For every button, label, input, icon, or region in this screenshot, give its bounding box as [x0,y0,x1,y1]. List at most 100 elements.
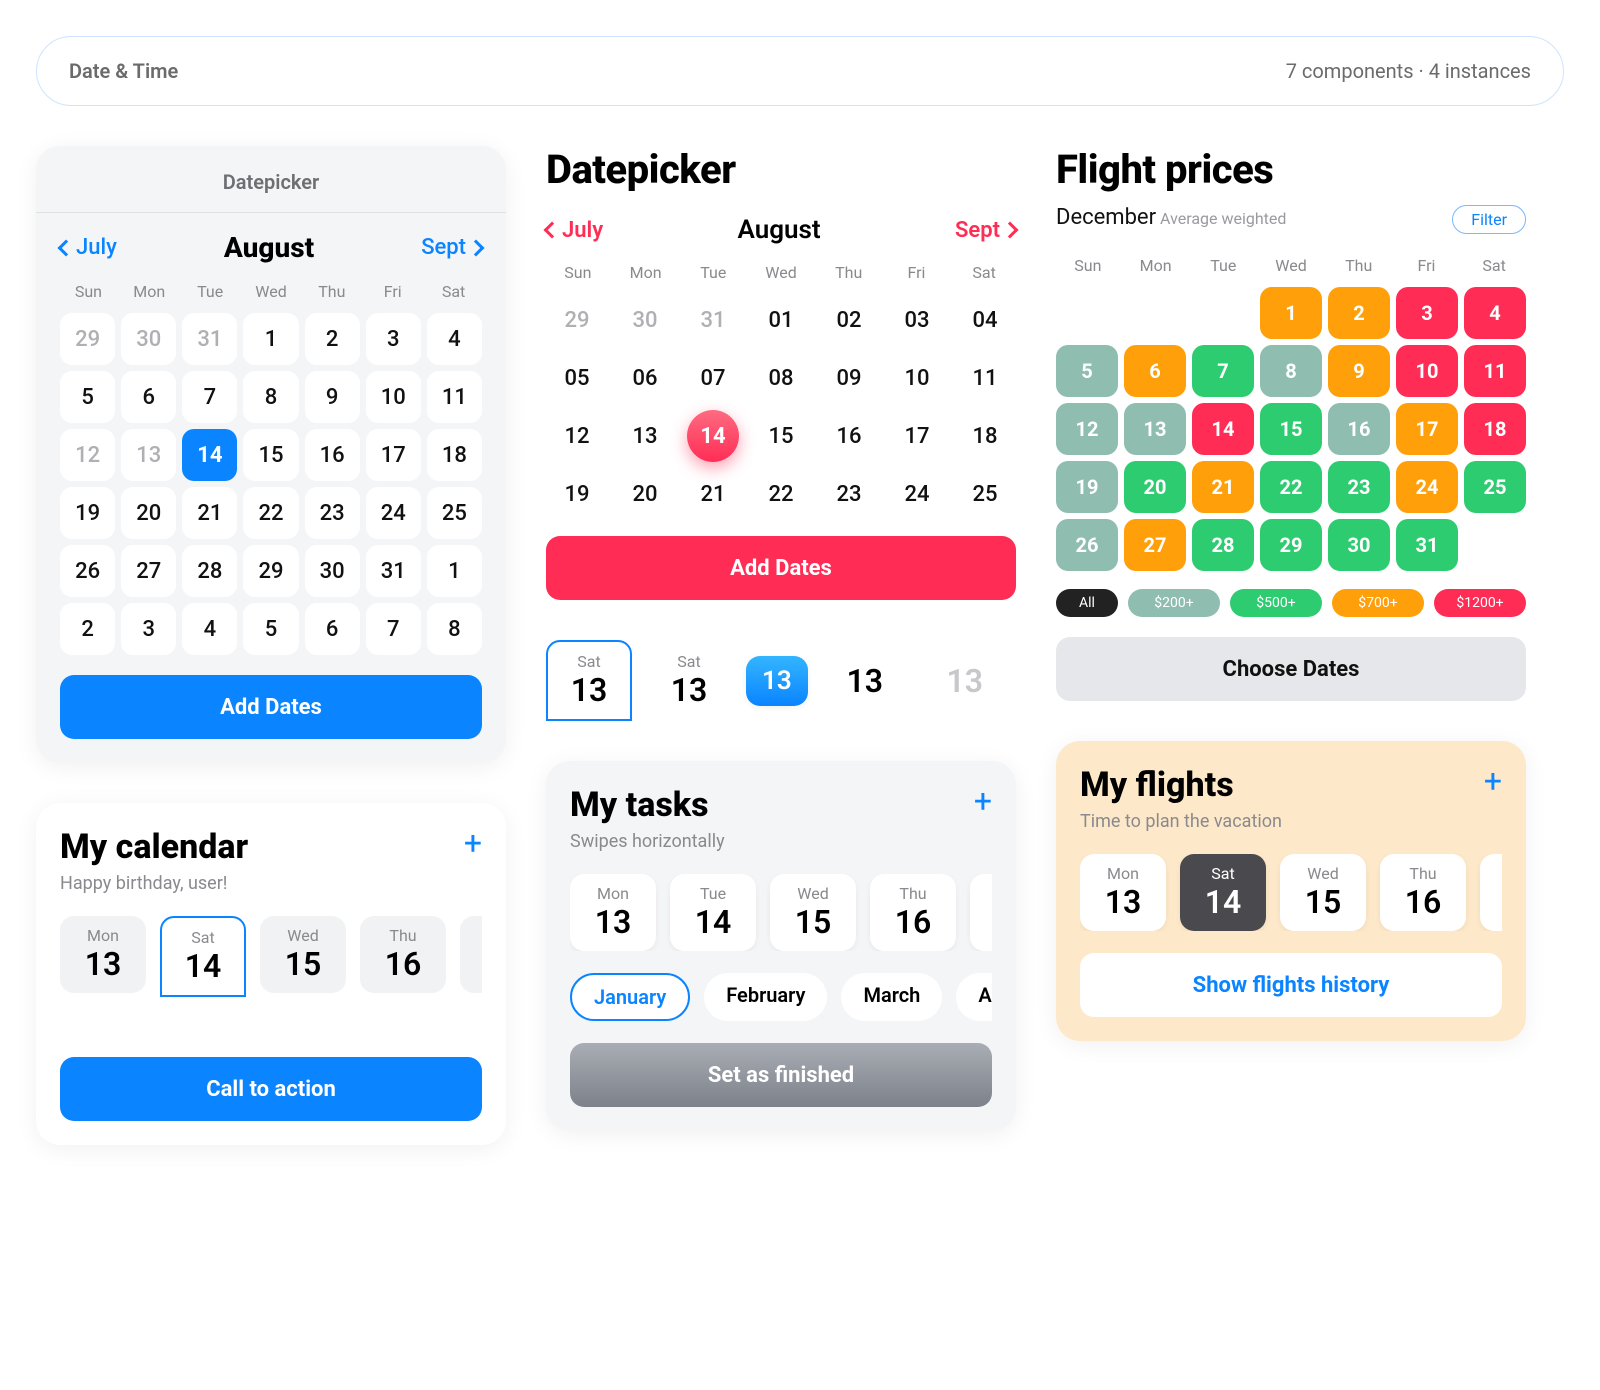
call-to-action-button[interactable]: Call to action [60,1057,482,1121]
add-dates-button[interactable]: Add Dates [546,536,1016,600]
day-cell[interactable]: 30 [121,313,176,365]
price-day-cell[interactable]: 5 [1056,345,1118,397]
filter-button[interactable]: Filter [1452,205,1526,234]
add-button[interactable]: + [464,827,482,859]
date-chip[interactable]: 13 [822,652,908,710]
day-cell[interactable]: 04 [954,294,1016,346]
day-cell[interactable]: 12 [60,429,115,481]
day-cell[interactable]: 21 [682,468,744,520]
day-cell[interactable]: 27 [121,545,176,597]
day-cell[interactable]: 14 [687,410,739,462]
price-day-cell[interactable]: 15 [1260,403,1322,455]
day-cell[interactable]: 5 [243,603,298,655]
day-cell[interactable]: 6 [305,603,360,655]
price-day-cell[interactable]: 10 [1396,345,1458,397]
day-cell[interactable]: 02 [818,294,880,346]
day-cell[interactable]: 2 [60,603,115,655]
day-cell[interactable]: 15 [243,429,298,481]
price-day-cell[interactable]: 4 [1464,287,1526,339]
date-chip[interactable]: Fri17 [460,916,482,993]
day-cell[interactable]: 19 [60,487,115,539]
next-month-button[interactable]: Sept [955,218,1016,243]
price-day-cell[interactable]: 25 [1464,461,1526,513]
next-month-button[interactable]: Sept [421,235,482,260]
day-cell[interactable]: 24 [886,468,948,520]
show-history-button[interactable]: Show flights history [1080,953,1502,1017]
price-day-cell[interactable]: 13 [1124,403,1186,455]
price-day-cell[interactable]: 30 [1328,519,1390,571]
date-chip[interactable]: Wed15 [770,874,856,951]
price-day-cell[interactable]: 23 [1328,461,1390,513]
day-cell[interactable]: 1 [243,313,298,365]
day-cell[interactable]: 12 [546,410,608,462]
date-strip[interactable]: Mon13Sat143 leftWed15Thu16Fri17 [60,916,482,997]
day-cell[interactable]: 29 [243,545,298,597]
day-cell[interactable]: 17 [366,429,421,481]
day-cell[interactable]: 23 [818,468,880,520]
day-cell[interactable]: 13 [614,410,676,462]
date-chip[interactable]: Fri17 [970,874,992,951]
day-cell[interactable]: 18 [954,410,1016,462]
day-cell[interactable]: 11 [427,371,482,423]
legend-pill[interactable]: $200+ [1128,589,1220,617]
price-day-cell[interactable]: 1 [1260,287,1322,339]
date-chip[interactable]: 13 [746,656,808,706]
day-cell[interactable]: 4 [427,313,482,365]
price-day-cell[interactable]: 11 [1464,345,1526,397]
day-cell[interactable]: 05 [546,352,608,404]
day-cell[interactable]: 22 [750,468,812,520]
day-cell[interactable]: 22 [243,487,298,539]
price-day-cell[interactable]: 7 [1192,345,1254,397]
legend-pill[interactable]: $700+ [1332,589,1424,617]
price-day-cell[interactable]: 3 [1396,287,1458,339]
date-chip[interactable]: Mon13 [570,874,656,951]
day-cell[interactable]: 01 [750,294,812,346]
month-pill[interactable]: January [570,973,690,1021]
day-cell[interactable]: 31 [366,545,421,597]
date-chip[interactable]: Thu16 [360,916,446,993]
price-day-cell[interactable]: 29 [1260,519,1322,571]
price-day-cell[interactable]: 18 [1464,403,1526,455]
day-cell[interactable]: 26 [60,545,115,597]
day-cell[interactable]: 8 [243,371,298,423]
price-day-cell[interactable]: 12 [1056,403,1118,455]
day-cell[interactable]: 17 [886,410,948,462]
day-cell[interactable]: 8 [427,603,482,655]
date-chip[interactable]: Thu16 [870,874,956,951]
date-chip[interactable]: Sat14 [1180,854,1266,931]
day-cell[interactable]: 08 [750,352,812,404]
day-cell[interactable]: 19 [546,468,608,520]
day-cell[interactable]: 14 [182,429,237,481]
day-cell[interactable]: 06 [614,352,676,404]
price-day-cell[interactable]: 20 [1124,461,1186,513]
day-cell[interactable]: 16 [818,410,880,462]
day-cell[interactable]: 7 [182,371,237,423]
day-cell[interactable]: 4 [182,603,237,655]
price-day-cell[interactable]: 17 [1396,403,1458,455]
day-cell[interactable]: 24 [366,487,421,539]
day-cell[interactable]: 09 [818,352,880,404]
add-button[interactable]: + [1484,765,1502,797]
price-day-cell[interactable]: 19 [1056,461,1118,513]
price-day-cell[interactable]: 28 [1192,519,1254,571]
choose-dates-button[interactable]: Choose Dates [1056,637,1526,701]
month-pill[interactable]: April [956,973,992,1021]
day-cell[interactable]: 29 [546,294,608,346]
day-cell[interactable]: 15 [750,410,812,462]
date-strip[interactable]: Mon13Sat14Wed15Thu16Fri17 [1080,854,1502,931]
price-day-cell[interactable]: 14 [1192,403,1254,455]
day-cell[interactable]: 10 [366,371,421,423]
day-cell[interactable]: 13 [121,429,176,481]
day-cell[interactable]: 3 [366,313,421,365]
price-day-cell[interactable]: 21 [1192,461,1254,513]
day-cell[interactable]: 20 [614,468,676,520]
day-cell[interactable]: 6 [121,371,176,423]
day-cell[interactable]: 30 [614,294,676,346]
price-day-cell[interactable]: 16 [1328,403,1390,455]
day-cell[interactable]: 29 [60,313,115,365]
day-cell[interactable]: 28 [182,545,237,597]
day-cell[interactable]: 31 [182,313,237,365]
legend-pill[interactable]: All [1056,589,1118,617]
month-pill[interactable]: February [704,973,827,1021]
date-chip[interactable]: Wed15 [260,916,346,993]
